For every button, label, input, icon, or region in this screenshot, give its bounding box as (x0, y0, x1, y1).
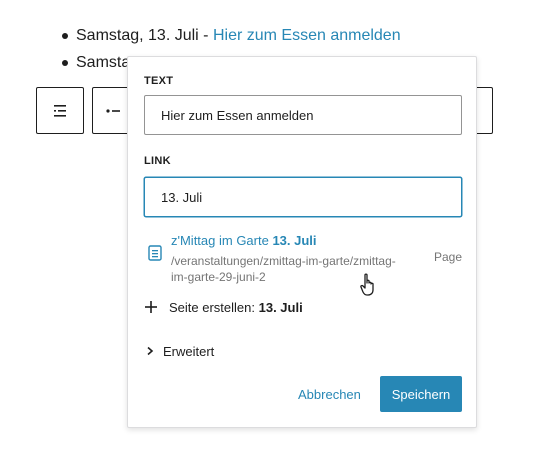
text-field-label: TEXT (144, 75, 174, 87)
save-button[interactable]: Speichern (380, 376, 462, 412)
suggestion-title: z'Mittag im Garte 13. Juli (171, 233, 317, 248)
page-icon (148, 245, 162, 261)
chevron-right-icon (147, 346, 154, 356)
link-suggestion[interactable]: z'Mittag im Garte 13. Juli /veranstaltun… (144, 229, 462, 287)
list-style-button[interactable] (36, 87, 84, 134)
advanced-toggle[interactable]: Erweitert (146, 341, 214, 361)
link-text-input[interactable]: Hier zum Essen anmelden (144, 95, 462, 135)
create-page-label: Seite erstellen: 13. Juli (169, 299, 303, 315)
link-popover: TEXT Hier zum Essen anmelden LINK 13. Ju… (127, 56, 477, 428)
list-icon (54, 104, 66, 117)
advanced-label: Erweitert (163, 343, 215, 359)
register-link[interactable]: Hier zum Essen anmelden (213, 27, 401, 44)
bullet-list-icon (106, 108, 120, 113)
link-url-input[interactable]: 13. Juli (144, 177, 462, 217)
hand-cursor-icon (360, 273, 374, 296)
list-item-text: Samstag, 13. Juli - (76, 27, 213, 44)
link-field-label: LINK (144, 155, 171, 167)
cancel-button[interactable]: Abbrechen (288, 376, 371, 412)
create-page-option[interactable]: Seite erstellen: 13. Juli (144, 297, 303, 317)
plus-icon (145, 301, 157, 313)
suggestion-type: Page (433, 250, 462, 264)
list-item-text: Samsta (76, 54, 131, 71)
list-item: Samstag, 13. Juli - Hier zum Essen anmel… (60, 22, 401, 49)
